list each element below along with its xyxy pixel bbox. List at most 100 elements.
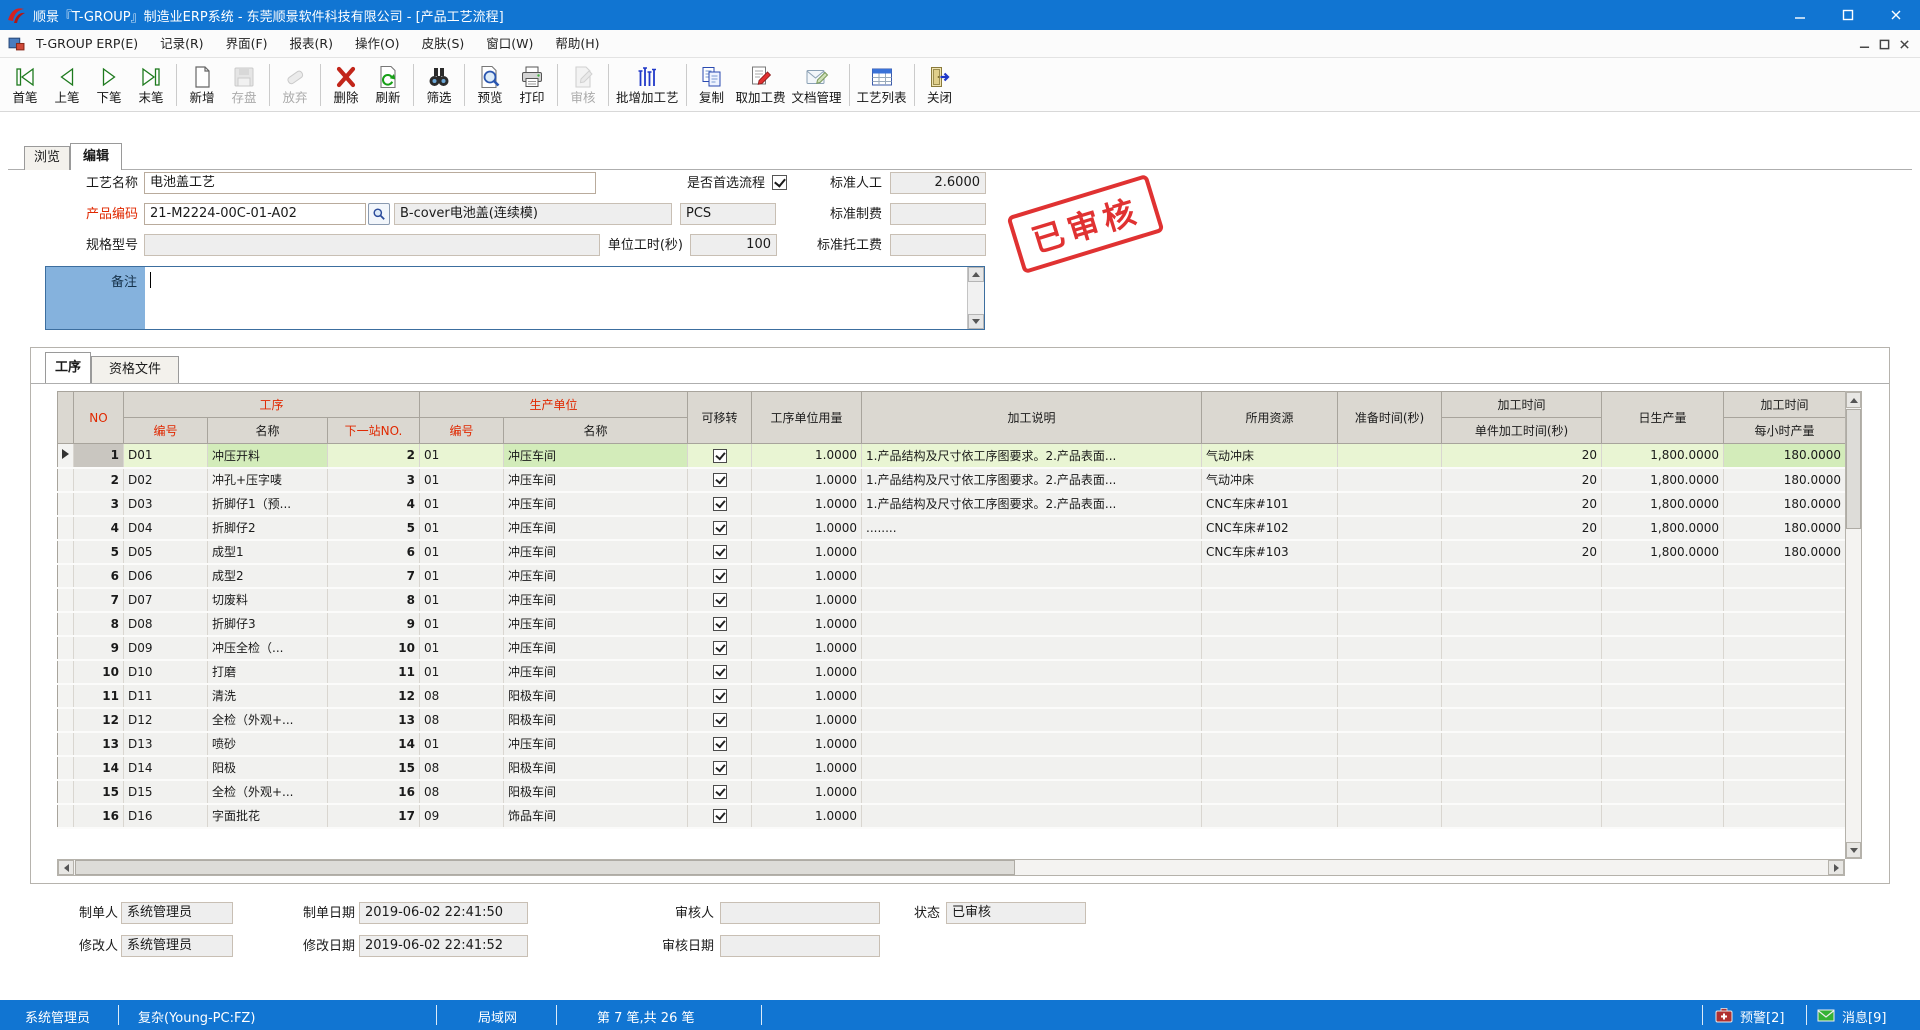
- cell-resource[interactable]: 气动冲床: [1202, 468, 1338, 492]
- toolbar-button-refresh[interactable]: 刷新: [367, 61, 409, 109]
- cell-resource[interactable]: [1202, 708, 1338, 732]
- cell-daily-output[interactable]: [1602, 588, 1724, 612]
- cell-hourly-output[interactable]: [1724, 708, 1846, 732]
- cell-unit-name[interactable]: 饰品车间: [504, 804, 688, 828]
- row-selector[interactable]: [58, 660, 74, 684]
- cell-next-no[interactable]: 4: [328, 492, 420, 516]
- cell-usage[interactable]: 1.0000: [752, 468, 862, 492]
- row-selector[interactable]: [58, 444, 74, 468]
- cell-usage[interactable]: 1.0000: [752, 612, 862, 636]
- cell-unit-name[interactable]: 冲压车间: [504, 468, 688, 492]
- cell-movable[interactable]: [688, 540, 752, 564]
- cell-process-desc[interactable]: [862, 732, 1202, 756]
- cell-op-code[interactable]: D10: [124, 660, 208, 684]
- grid-scroll-down-button[interactable]: [1846, 842, 1861, 858]
- cell-op-name[interactable]: 清洗: [208, 684, 328, 708]
- cell-usage[interactable]: 1.0000: [752, 756, 862, 780]
- cell-process-desc[interactable]: [862, 708, 1202, 732]
- cell-resource[interactable]: [1202, 732, 1338, 756]
- toolbar-button-copy[interactable]: 复制: [691, 61, 733, 109]
- cell-prep-time[interactable]: [1338, 636, 1442, 660]
- cell-usage[interactable]: 1.0000: [752, 636, 862, 660]
- cell-unit-name[interactable]: 冲压车间: [504, 612, 688, 636]
- cell-op-name[interactable]: 折脚仔1（预...: [208, 492, 328, 516]
- cell-unit-time[interactable]: [1442, 780, 1602, 804]
- toolbar-button-filter[interactable]: 筛选: [418, 61, 460, 109]
- cell-no[interactable]: 3: [74, 492, 124, 516]
- tab-operations[interactable]: 工序: [45, 352, 91, 383]
- cell-next-no[interactable]: 2: [328, 444, 420, 468]
- cell-hourly-output[interactable]: 180.0000: [1724, 468, 1846, 492]
- cell-hourly-output[interactable]: [1724, 684, 1846, 708]
- cell-unit-code[interactable]: 01: [420, 444, 504, 468]
- cell-unit-code[interactable]: 01: [420, 612, 504, 636]
- cell-op-code[interactable]: D09: [124, 636, 208, 660]
- cell-usage[interactable]: 1.0000: [752, 732, 862, 756]
- cell-op-name[interactable]: 喷砂: [208, 732, 328, 756]
- scroll-down-button[interactable]: [968, 314, 984, 329]
- cell-next-no[interactable]: 3: [328, 468, 420, 492]
- cell-unit-code[interactable]: 08: [420, 708, 504, 732]
- cell-resource[interactable]: [1202, 756, 1338, 780]
- cell-daily-output[interactable]: [1602, 612, 1724, 636]
- cell-prep-time[interactable]: [1338, 564, 1442, 588]
- cell-unit-code[interactable]: 08: [420, 756, 504, 780]
- cell-unit-time[interactable]: 20: [1442, 468, 1602, 492]
- cell-unit-time[interactable]: [1442, 732, 1602, 756]
- movable-checkbox[interactable]: [713, 497, 727, 511]
- cell-usage[interactable]: 1.0000: [752, 492, 862, 516]
- cell-daily-output[interactable]: 1,800.0000: [1602, 444, 1724, 468]
- movable-checkbox[interactable]: [713, 569, 727, 583]
- movable-checkbox[interactable]: [713, 761, 727, 775]
- close-button[interactable]: [1872, 0, 1920, 30]
- cell-hourly-output[interactable]: [1724, 780, 1846, 804]
- remark-textarea[interactable]: [145, 267, 967, 329]
- movable-checkbox[interactable]: [713, 785, 727, 799]
- cell-usage[interactable]: 1.0000: [752, 660, 862, 684]
- cell-daily-output[interactable]: 1,800.0000: [1602, 516, 1724, 540]
- cell-process-desc[interactable]: [862, 684, 1202, 708]
- grid-vscroll-thumb[interactable]: [1846, 409, 1861, 529]
- cell-unit-time[interactable]: [1442, 708, 1602, 732]
- cell-unit-name[interactable]: 冲压车间: [504, 732, 688, 756]
- cell-hourly-output[interactable]: [1724, 660, 1846, 684]
- toolbar-button-new[interactable]: 新增: [181, 61, 223, 109]
- cell-next-no[interactable]: 9: [328, 612, 420, 636]
- cell-op-code[interactable]: D15: [124, 780, 208, 804]
- cell-next-no[interactable]: 10: [328, 636, 420, 660]
- toolbar-button-print[interactable]: 打印: [511, 61, 553, 109]
- cell-resource[interactable]: [1202, 684, 1338, 708]
- cell-op-code[interactable]: D02: [124, 468, 208, 492]
- cell-daily-output[interactable]: [1602, 732, 1724, 756]
- cell-process-desc[interactable]: [862, 588, 1202, 612]
- cell-no[interactable]: 8: [74, 612, 124, 636]
- toolbar-button-first[interactable]: 首笔: [4, 61, 46, 109]
- mdi-close-button[interactable]: [1894, 35, 1914, 53]
- cell-hourly-output[interactable]: [1724, 612, 1846, 636]
- cell-prep-time[interactable]: [1338, 612, 1442, 636]
- cell-daily-output[interactable]: [1602, 708, 1724, 732]
- cell-op-code[interactable]: D03: [124, 492, 208, 516]
- cell-resource[interactable]: [1202, 588, 1338, 612]
- cell-process-desc[interactable]: [862, 540, 1202, 564]
- cell-op-name[interactable]: 成型2: [208, 564, 328, 588]
- menu-item[interactable]: 操作(O): [344, 36, 411, 51]
- cell-unit-name[interactable]: 冲压车间: [504, 564, 688, 588]
- tab-qualification-files[interactable]: 资格文件: [91, 356, 179, 383]
- product-code-input[interactable]: 21-M2224-00C-01-A02: [144, 203, 366, 225]
- movable-checkbox[interactable]: [713, 449, 727, 463]
- grid-horizontal-scrollbar[interactable]: [57, 859, 1845, 876]
- cell-next-no[interactable]: 16: [328, 780, 420, 804]
- row-selector[interactable]: [58, 708, 74, 732]
- cell-movable[interactable]: [688, 492, 752, 516]
- mdi-minimize-button[interactable]: [1854, 35, 1874, 53]
- mdi-restore-button[interactable]: [1874, 35, 1894, 53]
- cell-op-code[interactable]: D16: [124, 804, 208, 828]
- cell-daily-output[interactable]: 1,800.0000: [1602, 540, 1724, 564]
- cell-movable[interactable]: [688, 564, 752, 588]
- cell-movable[interactable]: [688, 756, 752, 780]
- movable-checkbox[interactable]: [713, 713, 727, 727]
- toolbar-button-batch-add[interactable]: 批增加工艺: [613, 61, 682, 109]
- toolbar-button-prev[interactable]: 上笔: [46, 61, 88, 109]
- cell-hourly-output[interactable]: 180.0000: [1724, 540, 1846, 564]
